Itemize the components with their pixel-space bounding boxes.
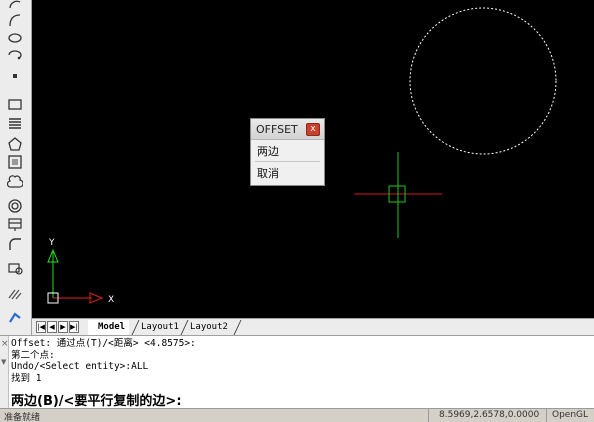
table-icon[interactable] [4, 214, 26, 234]
command-window[interactable]: × ▼ Offset: 通过点(T)/<距离> <4.8575>: 第二个点: … [0, 335, 594, 409]
region-icon[interactable] [4, 152, 26, 172]
coordinate-readout: 8.5969,2.6578,0.0000 [428, 409, 546, 422]
block-icon[interactable] [4, 258, 26, 278]
array-icon[interactable] [4, 308, 26, 328]
donut-icon[interactable] [4, 196, 26, 216]
popup-titlebar: OFFSET x [251, 119, 324, 140]
draw-toolbar [0, 0, 32, 335]
layout-tab-bar: |◀ ◀ ▶ ▶| Model Layout1 Layout2 [32, 318, 594, 335]
prev-tab-icon[interactable]: ◀ [47, 321, 57, 333]
gradient-icon[interactable] [4, 284, 26, 304]
popup-item-both-sides[interactable]: 两边 [251, 140, 324, 161]
popup-item-cancel[interactable]: 取消 [251, 162, 324, 183]
command-history: Offset: 通过点(T)/<距离> <4.8575>: 第二个点: Undo… [11, 338, 196, 384]
last-tab-icon[interactable]: ▶| [69, 321, 79, 333]
ellipse-arc-icon[interactable] [4, 44, 26, 64]
ucs-icon: Y X [47, 238, 114, 305]
tab-layout1[interactable]: Layout1 [131, 320, 183, 335]
crosshair-cursor [354, 152, 442, 238]
spline-icon[interactable] [4, 10, 26, 30]
polygon-icon[interactable] [4, 134, 26, 154]
revision-cloud-icon[interactable] [4, 172, 26, 192]
close-icon[interactable]: × [1, 339, 9, 349]
popup-title: OFFSET [256, 123, 298, 136]
tab-layout2[interactable]: Layout2 [180, 320, 232, 335]
status-bar: 准备就绪 8.5969,2.6578,0.0000 OpenGL [0, 408, 594, 422]
close-icon[interactable]: x [306, 123, 320, 136]
next-tab-icon[interactable]: ▶ [58, 321, 68, 333]
command-line: 找到 1 [11, 372, 42, 384]
ucs-x-label: X [108, 295, 114, 305]
chevron-down-icon[interactable]: ▼ [1, 358, 6, 366]
command-window-handle[interactable]: × ▼ [0, 336, 9, 409]
command-prompt[interactable]: 两边(B)/<要平行复制的边>: [11, 390, 182, 409]
tab-model[interactable]: Model [88, 320, 130, 335]
first-tab-icon[interactable]: |◀ [36, 321, 46, 333]
point-icon[interactable] [4, 66, 26, 86]
ucs-y-label: Y [48, 238, 55, 248]
selected-circle[interactable] [409, 7, 557, 155]
fillet-icon[interactable] [4, 234, 26, 254]
command-line: 第二个点: [11, 349, 55, 361]
command-line: Offset: 通过点(T)/<距离> <4.8575>: [11, 338, 196, 349]
command-line: Undo/<Select entity>:ALL [11, 361, 149, 372]
renderer-indicator[interactable]: OpenGL [546, 409, 594, 422]
offset-popup: OFFSET x 两边 取消 [250, 118, 325, 186]
status-text: 准备就绪 [4, 413, 41, 422]
rectangle-icon[interactable] [4, 94, 26, 114]
hatch-icon[interactable] [4, 114, 26, 134]
